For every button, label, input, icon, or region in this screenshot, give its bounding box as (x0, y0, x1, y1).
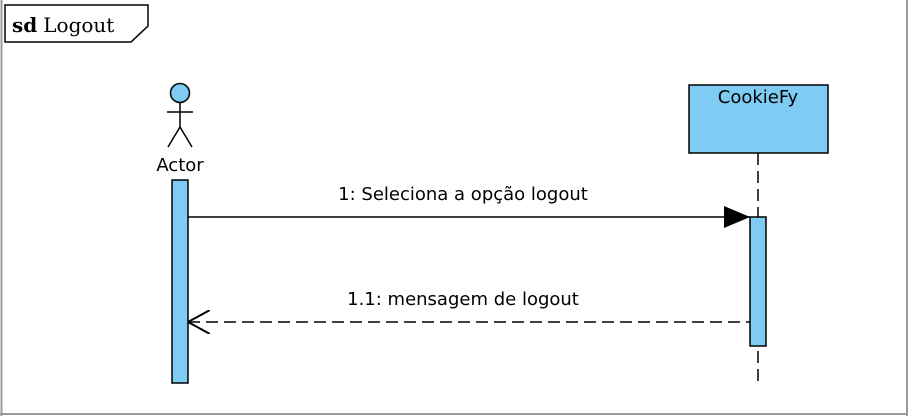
cookiefy-activation-bar (749, 216, 767, 347)
lifeline-name: CookieFy (718, 87, 799, 108)
actor-activation-bar (171, 179, 189, 384)
message-1-label: 1: Seleciona a opção logout (338, 184, 588, 205)
frame-name: Logout (43, 13, 114, 37)
svg-text:sdLogout: sd Logout (12, 13, 114, 37)
actor-icon (167, 82, 193, 148)
frame-tab: sd Logout (4, 4, 149, 43)
actor-name: Actor (156, 155, 204, 176)
message-1-1-label: 1.1: mensagem de logout (347, 289, 579, 310)
frame-keyword: sd (12, 13, 37, 37)
sequence-diagram: sd Logout Actor CookieFy 1: Seleciona a o… (0, 0, 908, 416)
